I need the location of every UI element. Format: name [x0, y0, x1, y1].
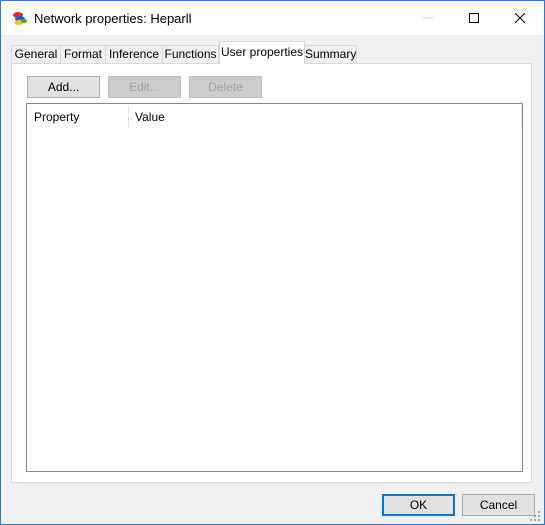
tab-format[interactable]: Format — [60, 45, 106, 63]
title-bar[interactable]: Network properties: Heparll — [1, 1, 544, 35]
column-separator[interactable] — [521, 106, 522, 128]
delete-button[interactable]: Delete — [189, 76, 262, 98]
tab-functions[interactable]: Functions — [162, 45, 219, 63]
resize-grip-icon[interactable] — [529, 510, 541, 522]
cancel-button[interactable]: Cancel — [462, 494, 535, 516]
tab-user-properties[interactable]: User properties — [219, 41, 305, 64]
ok-button[interactable]: OK — [382, 494, 455, 516]
window-title: Network properties: Heparll — [34, 11, 192, 26]
user-properties-list[interactable]: Property Value — [26, 103, 523, 472]
column-header-value[interactable]: Value — [128, 104, 521, 130]
edit-button[interactable]: Edit... — [108, 76, 181, 98]
add-button[interactable]: Add... — [27, 76, 100, 98]
minimize-icon — [423, 17, 433, 19]
tab-general[interactable]: General — [11, 45, 61, 63]
network-properties-dialog: Network properties: Heparll General Form… — [0, 0, 545, 525]
minimize-button[interactable] — [405, 1, 451, 35]
close-icon — [515, 13, 525, 23]
tab-inference[interactable]: Inference — [105, 45, 163, 63]
maximize-button[interactable] — [451, 1, 497, 35]
tab-summary[interactable]: Summary — [304, 45, 357, 63]
close-button[interactable] — [497, 1, 543, 35]
column-header-property[interactable]: Property — [27, 104, 128, 130]
maximize-icon — [469, 13, 479, 23]
network-app-icon — [13, 12, 27, 25]
